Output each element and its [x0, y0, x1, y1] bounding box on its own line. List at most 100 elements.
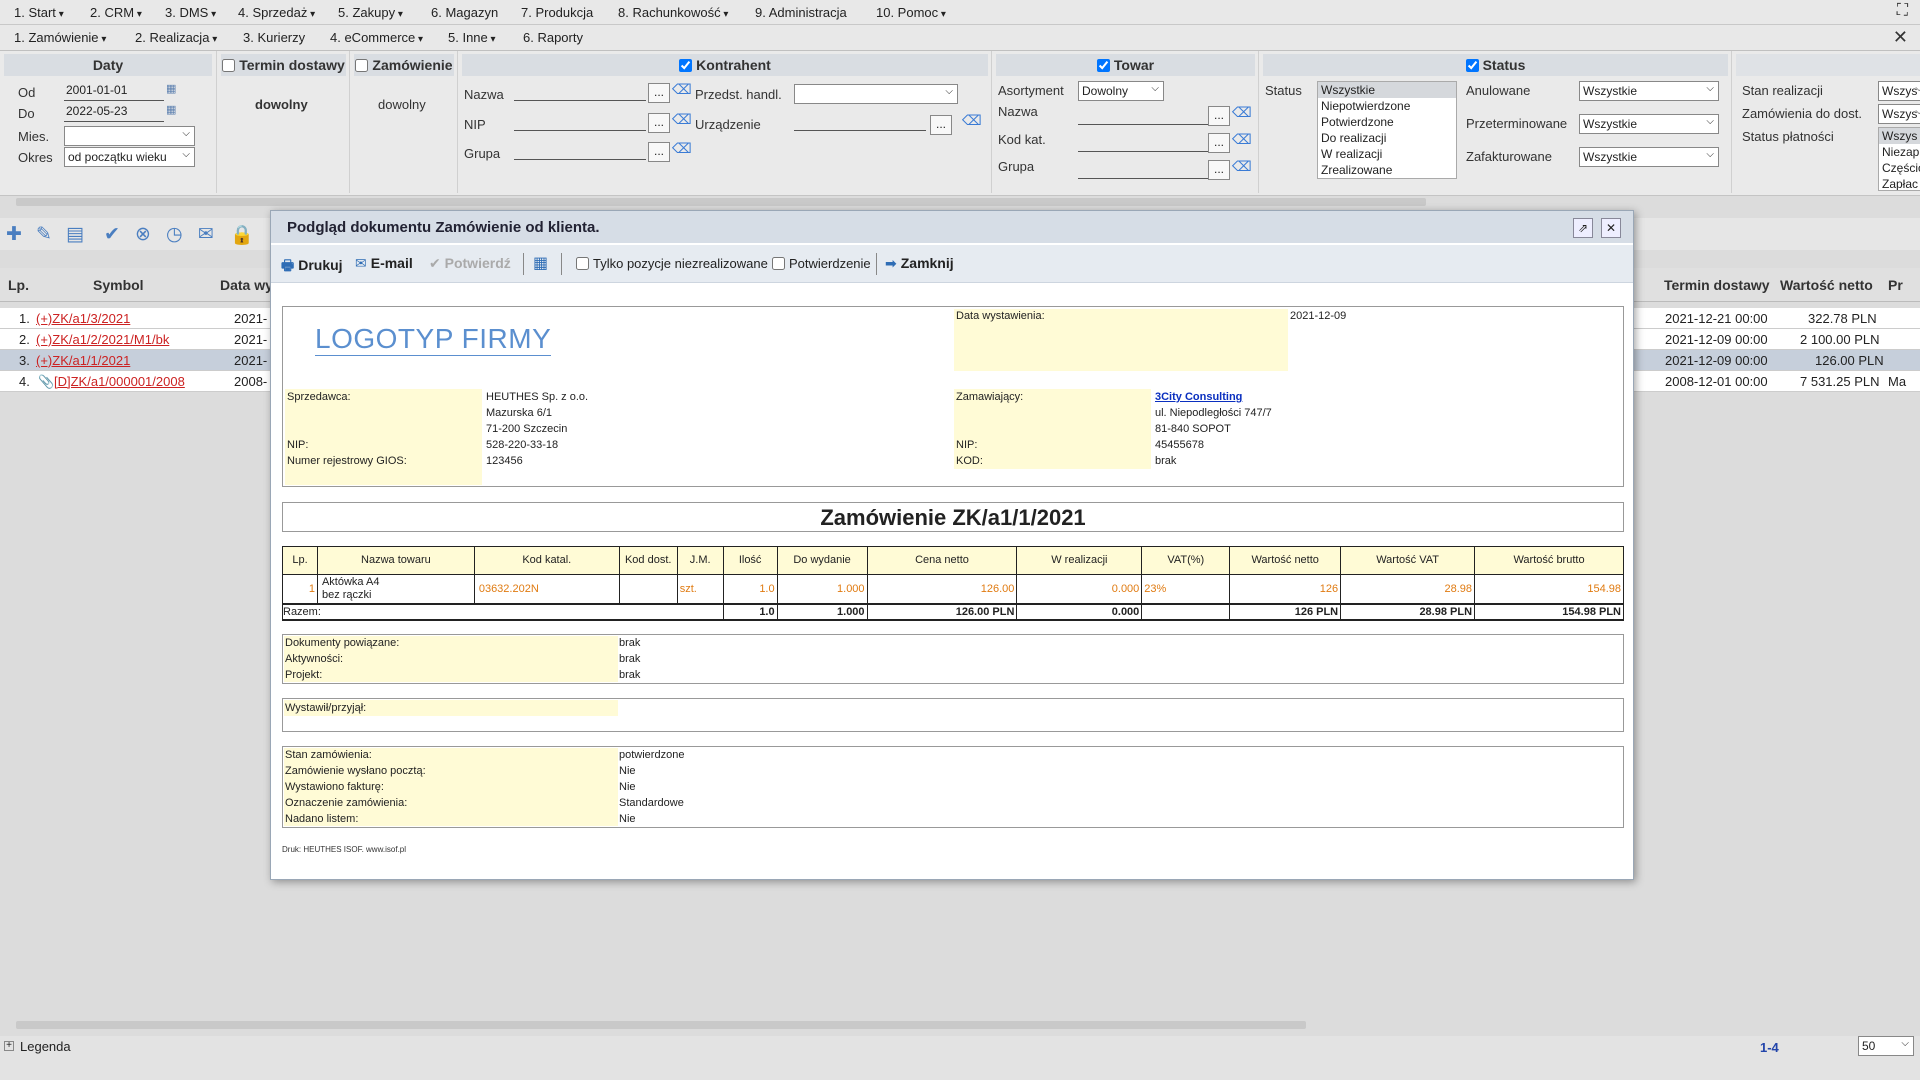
menu-dms[interactable]: 3. DMS	[165, 5, 216, 20]
filter-contractor-header[interactable]: Kontrahent	[462, 54, 988, 76]
legend-toggle[interactable]: Legenda	[20, 1039, 71, 1054]
submenu-zamowienie[interactable]: 1. Zamówienie	[14, 30, 106, 45]
filter-scrollbar[interactable]	[16, 198, 1426, 206]
mail-icon[interactable]: ✉	[198, 223, 214, 246]
menu-magazyn[interactable]: 6. Magazyn	[431, 5, 498, 20]
product-name-browse-button[interactable]: ...	[1208, 106, 1230, 126]
email-button[interactable]: ✉ E-mail	[355, 255, 413, 272]
submenu-raporty[interactable]: 6. Raporty	[523, 30, 583, 45]
confirm-icon[interactable]: ✔	[104, 223, 120, 246]
confirmation-input[interactable]	[772, 257, 785, 270]
overdue-select[interactable]: Wszystkie	[1579, 114, 1719, 134]
salesrep-select[interactable]	[794, 84, 958, 104]
calendar-icon[interactable]: ▦	[166, 82, 178, 95]
submenu-kurierzy[interactable]: 3. Kurierzy	[243, 30, 305, 45]
filter-product-header[interactable]: Towar	[996, 54, 1255, 76]
modal-title-bar[interactable]: Podgląd dokumentu Zamówienie od klienta.	[271, 211, 1633, 243]
eraser-icon[interactable]: ⌫	[672, 81, 692, 97]
eraser-icon[interactable]: ⌫	[672, 111, 692, 127]
delivery-checkbox[interactable]	[222, 58, 236, 72]
contractor-checkbox[interactable]	[679, 58, 693, 72]
eraser-icon[interactable]: ⌫	[672, 140, 692, 156]
col-date[interactable]: Data wy	[220, 277, 273, 293]
status-option[interactable]: Do realizacji	[1318, 130, 1456, 146]
date-to-input[interactable]: 2022-05-23	[64, 104, 164, 122]
submenu-inne[interactable]: 5. Inne	[448, 30, 496, 45]
eraser-icon[interactable]: ⌫	[1232, 104, 1252, 120]
assortment-select[interactable]: Dowolny	[1078, 81, 1164, 101]
payment-status-listbox[interactable]: Wszys Niezap Częścio Zapłac	[1878, 127, 1920, 191]
period-select[interactable]: od początku wieku	[64, 147, 195, 167]
payment-option[interactable]: Częścio	[1879, 160, 1920, 176]
orders-to-deliver-select[interactable]: Wszys	[1878, 104, 1920, 124]
clock-icon[interactable]: ◷	[166, 223, 183, 246]
payment-option[interactable]: Wszys	[1879, 128, 1920, 144]
payment-option[interactable]: Niezap	[1879, 144, 1920, 160]
contractor-nip-browse-button[interactable]: ...	[648, 113, 670, 133]
grid-icon[interactable]: ▦	[533, 253, 548, 273]
eraser-icon[interactable]: ⌫	[1232, 131, 1252, 147]
realization-state-select[interactable]: Wszys	[1878, 81, 1920, 101]
popout-icon[interactable]: ⇗	[1573, 218, 1593, 238]
cancel-icon[interactable]: ⊗	[135, 223, 151, 246]
col-net-value[interactable]: Wartość netto	[1780, 277, 1873, 293]
col-lp[interactable]: Lp.	[8, 277, 29, 293]
cancelled-select[interactable]: Wszystkie	[1579, 81, 1719, 101]
lock-icon[interactable]: 🔒	[230, 223, 254, 247]
row-symbol-link[interactable]: (+)ZK/a1/2/2021/M1/bk	[36, 332, 169, 347]
grid-scrollbar[interactable]	[16, 1021, 1306, 1029]
product-group-input[interactable]	[1078, 161, 1208, 179]
status-option[interactable]: Zrealizowane	[1318, 162, 1456, 178]
col-delivery[interactable]: Termin dostawy	[1664, 277, 1770, 293]
close-icon[interactable]: ✕	[1893, 27, 1908, 48]
confirm-button[interactable]: ✔ Potwierdź	[429, 255, 511, 272]
row-symbol-link[interactable]: (+)ZK/a1/3/2021	[36, 311, 130, 326]
contractor-group-input[interactable]	[514, 142, 646, 160]
menu-administracja[interactable]: 9. Administracja	[755, 5, 847, 20]
order-checkbox[interactable]	[355, 58, 369, 72]
row-symbol-link[interactable]: (+)ZK/a1/1/2021	[36, 353, 130, 368]
device-input[interactable]	[794, 113, 926, 131]
invoiced-select[interactable]: Wszystkie	[1579, 147, 1719, 167]
product-name-input[interactable]	[1078, 107, 1208, 125]
menu-start[interactable]: 1. Start	[14, 5, 64, 20]
month-select[interactable]	[64, 126, 195, 146]
edit-icon[interactable]: ✎	[36, 223, 52, 246]
confirmation-checkbox[interactable]: Potwierdzenie	[772, 256, 871, 271]
contractor-name-input[interactable]	[514, 83, 646, 101]
submenu-realizacja[interactable]: 2. Realizacja	[135, 30, 217, 45]
menu-produkcja[interactable]: 7. Produkcja	[521, 5, 593, 20]
buyer-name-link[interactable]: 3City Consulting	[1155, 389, 1242, 405]
unrealized-only-checkbox[interactable]: Tylko pozycje niezrealizowane	[576, 256, 768, 271]
catalog-code-browse-button[interactable]: ...	[1208, 133, 1230, 153]
filter-status-header[interactable]: Status	[1263, 54, 1728, 76]
close-icon[interactable]: ✕	[1601, 218, 1621, 238]
print-button[interactable]: 🖶 Drukuj	[281, 255, 343, 279]
add-icon[interactable]: ✚	[6, 223, 22, 246]
contractor-name-browse-button[interactable]: ...	[648, 83, 670, 103]
col-symbol[interactable]: Symbol	[93, 277, 144, 293]
product-checkbox[interactable]	[1096, 58, 1110, 72]
preview-icon[interactable]: ▤	[66, 223, 84, 246]
menu-zakupy[interactable]: 5. Zakupy	[338, 5, 403, 20]
eraser-icon[interactable]: ⌫	[962, 112, 982, 128]
menu-pomoc[interactable]: 10. Pomoc	[876, 5, 946, 20]
calendar-icon[interactable]: ▦	[166, 103, 178, 116]
close-button[interactable]: ➡ Zamknij	[885, 255, 954, 272]
date-from-input[interactable]: 2001-01-01	[64, 83, 164, 101]
unrealized-only-input[interactable]	[576, 257, 589, 270]
menu-rachunkowosc[interactable]: 8. Rachunkowość	[618, 5, 728, 20]
contractor-group-browse-button[interactable]: ...	[648, 142, 670, 162]
fullscreen-icon[interactable]: ⛶	[1897, 2, 1908, 20]
status-option[interactable]: Potwierdzone	[1318, 114, 1456, 130]
contractor-nip-input[interactable]	[514, 113, 646, 131]
status-option[interactable]: Wszystkie	[1318, 82, 1456, 98]
col-pr[interactable]: Pr	[1888, 277, 1903, 293]
menu-crm[interactable]: 2. CRM	[90, 5, 142, 20]
status-listbox[interactable]: Wszystkie Niepotwierdzone Potwierdzone D…	[1317, 81, 1457, 179]
page-size-select[interactable]: 50	[1858, 1036, 1914, 1056]
status-option[interactable]: Niepotwierdzone	[1318, 98, 1456, 114]
menu-sprzedaz[interactable]: 4. Sprzedaż	[238, 5, 315, 20]
catalog-code-input[interactable]	[1078, 134, 1208, 152]
status-checkbox[interactable]	[1465, 58, 1479, 72]
